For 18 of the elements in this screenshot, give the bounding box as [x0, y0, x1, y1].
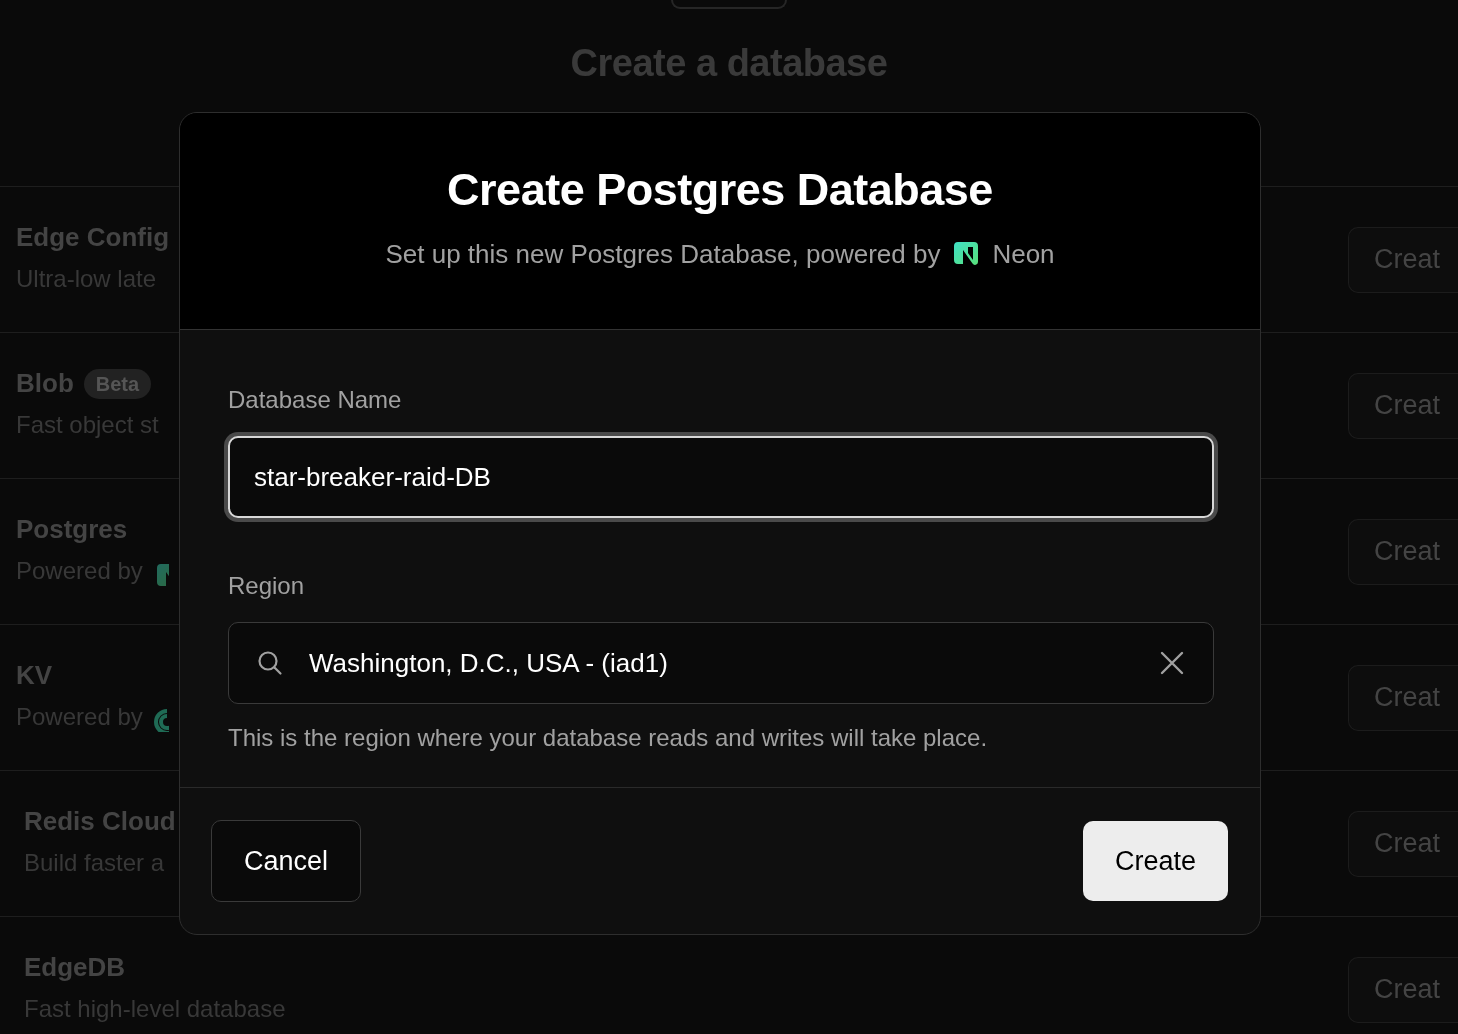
integration-name: Postgres [16, 513, 128, 546]
help-text: This is the region where your database reads and writes will take place. [228, 723, 989, 753]
dialog-title: Create Postgres Database [447, 165, 993, 215]
integration-name: Blob [16, 367, 74, 400]
create-button[interactable]: Create [1082, 821, 1228, 901]
clear-icon[interactable] [1160, 651, 1184, 675]
integration-name: Redis Cloud [24, 805, 176, 838]
integration-name: KV [16, 659, 53, 692]
region-field[interactable]: Washington, D.C., USA - (iad1) [228, 622, 1214, 704]
input-field[interactable]: star-breaker-raid-DB [228, 436, 1214, 518]
field-label: Database Name [228, 385, 403, 415]
integration-name: Edge Config [16, 221, 170, 254]
field-label: Region [228, 571, 306, 601]
dialog-subtitle: Set up this new Postgres Database, powered by [385, 237, 941, 271]
provider-name: Neon [992, 237, 1055, 271]
search-icon [256, 649, 284, 677]
integration-name: EdgeDB [24, 951, 126, 984]
cancel-button[interactable]: Cancel [211, 820, 362, 902]
